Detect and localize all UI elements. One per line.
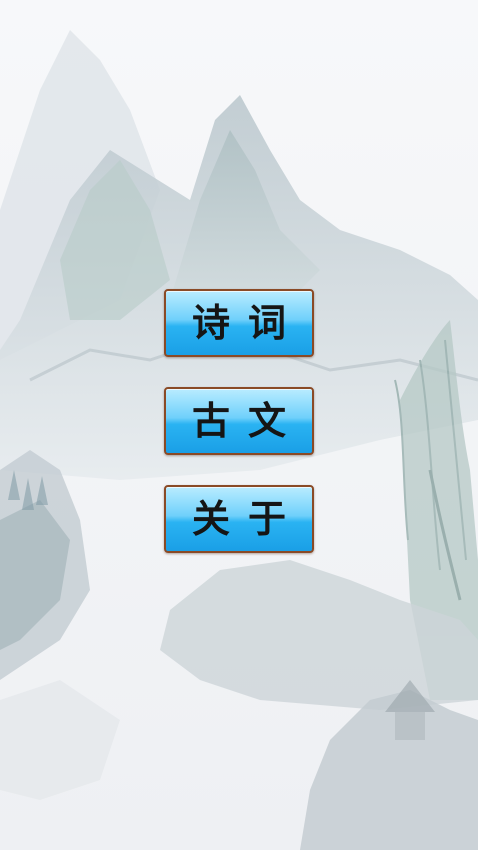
about-button[interactable]: 关于 [164,485,314,553]
prose-button-label: 古文 [191,399,304,443]
poetry-button[interactable]: 诗词 [164,289,314,357]
poetry-button-label: 诗词 [191,301,304,345]
prose-button[interactable]: 古文 [164,387,314,455]
about-button-label: 关于 [191,497,304,541]
